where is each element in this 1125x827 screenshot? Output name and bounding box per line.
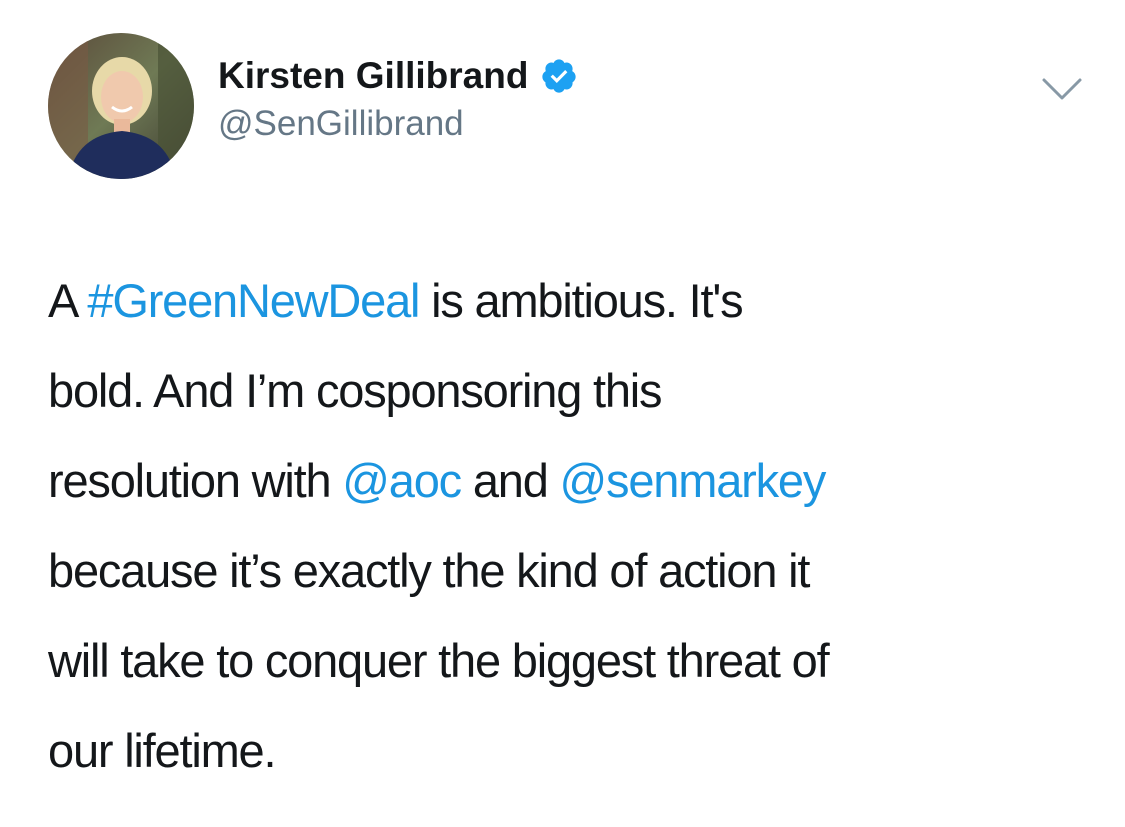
tweet-line: A #GreenNewDeal is ambitious. It's [48,256,1098,346]
author-name[interactable]: Kirsten Gillibrand [218,55,528,97]
verified-badge-icon [542,59,577,93]
chevron-down-icon[interactable] [1040,72,1084,104]
profile-photo [48,33,194,179]
author-handle[interactable]: @SenGillibrand [218,104,464,144]
tweet-line: resolution with @aoc and @senmarkey [48,436,1098,526]
text-segment: A [48,274,88,327]
author-avatar[interactable] [48,33,194,179]
text-segment: resolution with [48,454,343,507]
text-segment: because it’s exactly the kind of action … [48,544,810,597]
text-segment: will take to conquer the biggest threat … [48,634,830,687]
hashtag-link[interactable]: #GreenNewDeal [87,274,420,327]
tweet-card: Kirsten Gillibrand @SenGillibrand A #Gre… [0,0,1125,827]
mention-link[interactable]: @aoc [342,454,462,507]
mention-link[interactable]: @senmarkey [560,454,827,507]
author-name-row[interactable]: Kirsten Gillibrand [218,50,578,102]
tweet-text: A #GreenNewDeal is ambitious. It's bold.… [48,256,1098,796]
text-segment: is ambitious. It's [419,274,743,327]
text-segment: and [461,454,560,507]
text-segment: our lifetime. [48,724,277,777]
text-segment: bold. And I’m cosponsoring this [48,364,663,417]
tweet-line: because it’s exactly the kind of action … [48,526,1098,616]
tweet-line: bold. And I’m cosponsoring this [48,346,1098,436]
tweet-line: will take to conquer the biggest threat … [48,616,1098,706]
tweet-line: our lifetime. [48,706,1098,796]
